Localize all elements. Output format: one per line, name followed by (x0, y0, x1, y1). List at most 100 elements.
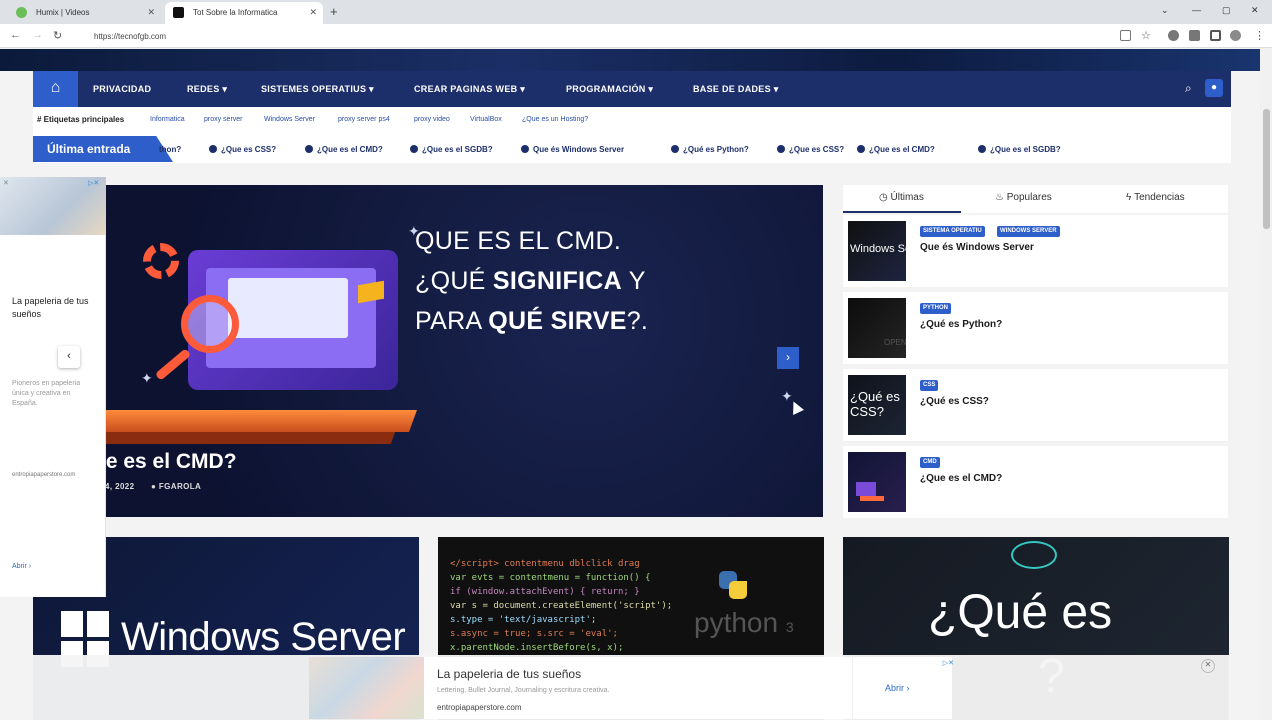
nav-item-redes[interactable]: REDES ▾ (187, 84, 227, 95)
nav-item-programacion[interactable]: PROGRAMACIÓN ▾ (566, 84, 653, 95)
bell-icon[interactable]: ● (1205, 79, 1223, 97)
post-thumbnail[interactable]: OPEN (848, 298, 907, 358)
close-tab-icon[interactable]: ✕ (147, 7, 155, 18)
hero-post-author[interactable]: ● FGAROLA (151, 482, 201, 491)
tag-link[interactable]: Windows Server (264, 116, 315, 123)
posts-sidebar: ◷ Últimas ♨ Populares ϟ Tendencias Windo… (843, 185, 1228, 518)
ad-image[interactable] (309, 657, 424, 719)
ad-domain[interactable]: entropiapaperstore.com (12, 472, 75, 478)
url-field[interactable]: https://tecnofgb.com (80, 27, 1100, 45)
ticker-item[interactable]: ¿Que es el SGDB? (978, 145, 1061, 154)
reload-icon[interactable]: ↻ (53, 29, 62, 42)
back-icon[interactable]: ← (10, 29, 21, 41)
extension-icon[interactable] (1168, 30, 1179, 41)
tab-tendencias[interactable]: ϟ Tendencias (1126, 192, 1185, 203)
sidebar-tabs: ◷ Últimas ♨ Populares ϟ Tendencias (843, 185, 1228, 213)
ticker-item[interactable]: ¿Que es el CMD? (305, 145, 383, 154)
tag-link[interactable]: proxy server (204, 116, 243, 123)
ad-choices-icon[interactable]: ▷✕ (943, 659, 954, 667)
maximize-icon[interactable]: ▢ (1222, 5, 1231, 16)
ticker-item[interactable]: ¿Que es CSS? (209, 145, 276, 154)
post-thumbnail[interactable] (848, 452, 906, 512)
bookmark-star-icon[interactable]: ☆ (1141, 29, 1151, 42)
post-thumbnail[interactable]: Windows Ser (848, 221, 915, 281)
tab-search-icon[interactable]: ⌄ (1161, 5, 1169, 16)
ad-domain[interactable]: entropiapaperstore.com (437, 703, 522, 712)
scrollbar-thumb[interactable] (1263, 109, 1270, 229)
arrow-circle-icon (671, 145, 679, 153)
ticker-item[interactable]: ¿Que es el SGDB? (410, 145, 493, 154)
tag-link[interactable]: proxy video (414, 116, 450, 123)
tab-populares[interactable]: ♨ Populares (995, 192, 1052, 203)
puzzle-icon[interactable] (1189, 30, 1200, 41)
ticker-item[interactable]: ¿Que es el CMD? (857, 145, 935, 154)
close-ad-icon[interactable]: ✕ (1201, 659, 1215, 673)
browser-tab-active[interactable]: Tot Sobre la Informatica ✕ (165, 2, 323, 24)
slider-next-button[interactable]: › (777, 347, 799, 369)
forward-icon[interactable]: → (32, 29, 43, 41)
category-badge[interactable]: WINDOWS SERVER (997, 226, 1060, 237)
page-scrollbar[interactable] (1260, 49, 1272, 720)
ticker-label: Última entrada (33, 136, 173, 162)
card-heading: ¿Qué es (928, 586, 1113, 639)
category-badge[interactable]: CMD (920, 457, 940, 468)
tag-link[interactable]: Informatica (150, 116, 185, 123)
sidebar-post[interactable]: Windows Ser SISTEMA OPERATIU WINDOWS SER… (843, 215, 1228, 287)
ad-close-icon[interactable]: ✕ (3, 179, 9, 187)
site-favicon-icon (173, 7, 184, 18)
bottom-ad[interactable]: La papeleria de tus sueños Lettering, Bu… (309, 657, 954, 719)
share-icon[interactable] (1120, 30, 1131, 41)
sidebar-post[interactable]: OPEN PYTHON ¿Qué es Python? (843, 292, 1228, 364)
browser-tab-humix[interactable]: Humix | Videos ✕ (8, 2, 161, 24)
left-ad[interactable]: ✕ ▷✕ La papeleria de tus sueños ‹ Pioner… (0, 177, 106, 597)
close-tab-icon[interactable]: ✕ (309, 7, 317, 18)
hero-post-title[interactable]: ue es el CMD? (93, 450, 237, 474)
close-window-icon[interactable]: ✕ (1251, 5, 1259, 16)
ticker-item[interactable]: Que és Windows Server (521, 145, 624, 154)
ad-open-link[interactable]: Abrir › (12, 563, 31, 570)
ad-choices-icon[interactable]: ▷✕ (88, 179, 99, 187)
nav-item-sistemes[interactable]: SISTEMES OPERATIUS ▾ (261, 84, 374, 95)
tag-link[interactable]: VirtualBox (470, 116, 502, 123)
tag-link[interactable]: ¿Que es un Hosting? (522, 116, 588, 123)
ad-title[interactable]: La papeleria de tus sueños (12, 295, 97, 321)
ticker-item[interactable]: thon? (159, 145, 181, 154)
ticker-item[interactable]: ¿Que es CSS? (777, 145, 844, 154)
post-title[interactable]: ¿Que es el CMD? (920, 473, 1002, 484)
minimize-icon[interactable]: — (1192, 5, 1201, 15)
clock-icon: ◷ (879, 192, 888, 203)
ad-open-link[interactable]: Abrir › (852, 657, 952, 719)
sidebar-post[interactable]: ¿Qué es CSS? CSS ¿Qué es CSS? (843, 369, 1228, 441)
fire-icon: ♨ (995, 192, 1004, 203)
tab-title: Humix | Videos (36, 8, 90, 17)
tags-row: # Etiquetas principales Informatica prox… (33, 107, 1231, 133)
ad-title[interactable]: La papeleria de tus sueños (437, 667, 581, 681)
nav-item-crear-paginas[interactable]: CREAR PAGINAS WEB ▾ (414, 84, 525, 95)
sidebar-post[interactable]: CMD ¿Que es el CMD? (843, 446, 1228, 518)
category-badge[interactable]: PYTHON (920, 303, 952, 314)
post-thumbnail[interactable]: ¿Qué es CSS? (848, 375, 906, 435)
home-icon[interactable]: ⌂ (33, 71, 78, 107)
post-title[interactable]: ¿Qué es Python? (920, 319, 1002, 330)
sidepanel-icon[interactable] (1210, 30, 1221, 41)
arrow-circle-icon (521, 145, 529, 153)
profile-avatar[interactable] (1230, 30, 1241, 41)
browser-tab-bar: Humix | Videos ✕ Tot Sobre la Informatic… (0, 0, 1272, 24)
nav-item-base-de-dades[interactable]: BASE DE DADES ▾ (693, 84, 779, 95)
bottom-ad-bar: La papeleria de tus sueños Lettering, Bu… (33, 655, 1231, 720)
search-icon[interactable]: ⌕ (1185, 81, 1192, 96)
tag-link[interactable]: proxy server ps4 (338, 116, 390, 123)
post-title[interactable]: ¿Qué es CSS? (920, 396, 989, 407)
chevron-left-icon[interactable]: ‹ (58, 346, 80, 368)
ticker-item[interactable]: ¿Qué es Python? (671, 145, 749, 154)
nav-item-privacidad[interactable]: PRIVACIDAD (93, 84, 151, 94)
latest-ticker: Última entrada thon? ¿Que es CSS? ¿Que e… (33, 133, 1231, 163)
new-tab-icon[interactable]: + (330, 4, 338, 19)
tab-ultimas[interactable]: ◷ Últimas (879, 192, 924, 203)
category-badge[interactable]: SISTEMA OPERATIU (920, 226, 985, 237)
menu-dots-icon[interactable]: ⋮ (1254, 29, 1265, 42)
post-title[interactable]: Que és Windows Server (920, 242, 1034, 253)
hero-slider[interactable]: ✦ ✦ ✦ QUE ES EL CMD. ¿QUÉ SIGNIFICA Y PA… (33, 185, 823, 517)
category-badge[interactable]: CSS (920, 380, 939, 391)
desk-illustration (88, 410, 418, 432)
